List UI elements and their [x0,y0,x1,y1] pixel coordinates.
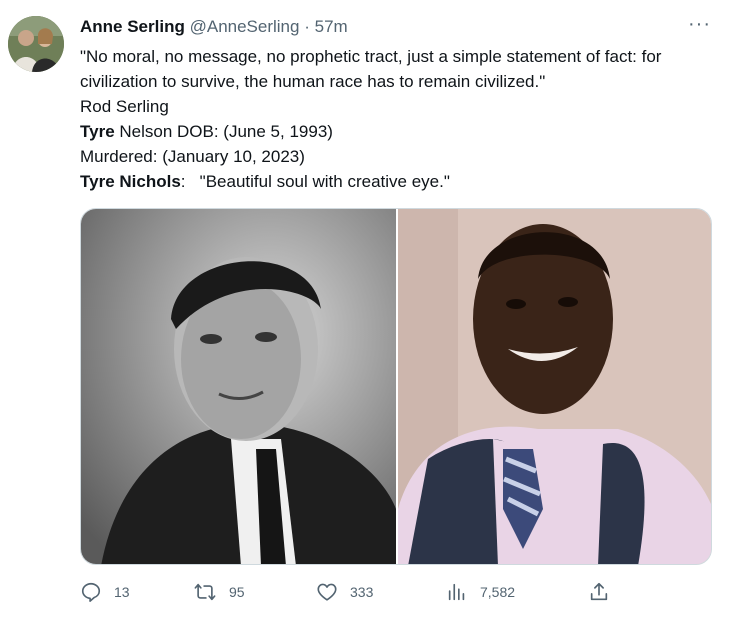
views-icon [448,583,465,601]
tweet-header: Anne Serling @AnneSerling · 57m [80,15,348,39]
like-count: 333 [350,584,374,600]
soul-rest: : "Beautiful soul with creative eye." [180,172,450,191]
separator-dot: · [304,17,310,36]
reply-count: 13 [114,584,130,600]
like-button[interactable]: 333 [316,580,373,604]
share-button[interactable] [588,580,610,604]
reply-icon [81,582,101,602]
quote-text: "No moral, no message, no prophetic trac… [80,47,662,91]
tweet: Anne Serling @AnneSerling · 57m ··· "No … [0,0,743,617]
tweet-text: "No moral, no message, no prophetic trac… [80,44,720,194]
avatar[interactable] [8,16,64,72]
media-photo-right[interactable] [396,209,711,564]
heart-icon [317,583,337,601]
soul-line: Tyre Nichols: "Beautiful soul with creat… [80,169,720,194]
portrait-photo-color [398,209,711,564]
retweet-icon [194,583,216,601]
more-options-icon[interactable]: ··· [688,14,711,34]
avatar-photo-icon [8,16,64,72]
share-icon [590,582,608,601]
attribution-text: Rod Serling [80,97,169,116]
retweet-button[interactable]: 95 [193,580,245,604]
views-count: 7,582 [480,584,516,600]
tweet-timestamp[interactable]: 57m [315,17,348,36]
reply-button[interactable]: 13 [80,580,130,604]
author-name[interactable]: Anne Serling [80,17,185,36]
tweet-media[interactable] [80,208,712,565]
tweet-actions: 13 95 333 7,582 [80,580,620,604]
retweet-count: 95 [229,584,245,600]
dob-rest: Nelson DOB: (June 5, 1993) [114,122,333,141]
murdered-line: Murdered: (January 10, 2023) [80,147,305,166]
media-photo-left[interactable] [81,209,396,564]
dob-bold: Tyre [80,122,115,141]
portrait-photo-bw [81,209,396,564]
author-handle[interactable]: @AnneSerling [190,17,300,36]
dob-line: Tyre Nelson DOB: (June 5, 1993) [80,119,720,144]
views-button[interactable]: 7,582 [446,580,515,604]
soul-bold: Tyre Nichols [80,172,181,191]
